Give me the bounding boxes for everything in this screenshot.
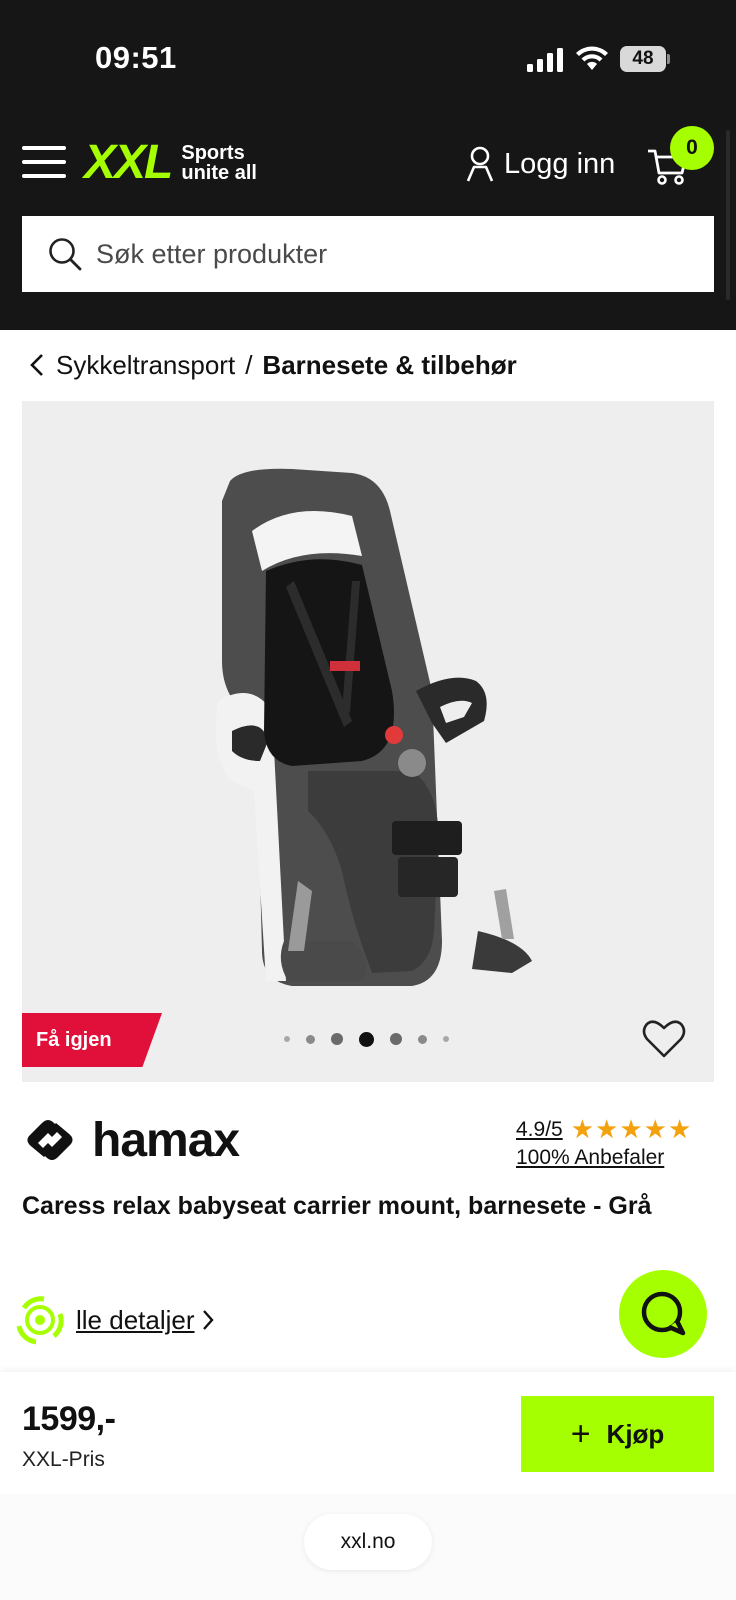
product-image	[215, 468, 532, 986]
login-label: Logg inn	[504, 147, 616, 180]
battery-icon: 48	[620, 46, 670, 72]
battery-level: 48	[620, 46, 666, 72]
carousel-dot[interactable]	[443, 1036, 449, 1042]
carousel-dot[interactable]	[418, 1034, 427, 1044]
chat-icon	[641, 1291, 686, 1336]
url-bar[interactable]: xxl.no	[304, 1514, 432, 1570]
user-icon	[466, 146, 494, 182]
restock-badge: Få igjen	[22, 1013, 162, 1067]
breadcrumb-separator: /	[245, 349, 253, 380]
carousel-dot[interactable]	[331, 1033, 343, 1045]
rating-value[interactable]: 4.9/5	[516, 1118, 563, 1142]
buy-bar: 1599,- XXL-Pris + Kjøp	[0, 1372, 736, 1494]
product-price: 1599,-	[22, 1400, 116, 1438]
sustainability-icon	[16, 1296, 64, 1345]
breadcrumb: Sykkeltransport / Barnesete & tilbehør	[30, 346, 517, 384]
cellular-signal-icon	[527, 48, 563, 72]
chevron-left-icon[interactable]	[30, 353, 44, 377]
breadcrumb-current: Barnesete & tilbehør	[262, 349, 517, 380]
search-icon	[49, 238, 82, 271]
product-rating[interactable]: 4.9/5 ★★★★★	[516, 1114, 692, 1145]
site-header: XXL Sports unite all Logg inn 0 Søk etter…	[0, 118, 736, 330]
browser-toolbar: xxl.no	[0, 1494, 736, 1600]
buy-label: Kjøp	[606, 1418, 665, 1449]
status-time: 09:51	[95, 40, 177, 75]
product-image-gallery[interactable]: Få igjen	[22, 401, 714, 1082]
logo-wordmark: XXL	[84, 136, 173, 189]
scrollbar[interactable]	[726, 130, 730, 300]
status-bar: 09:51 48	[0, 0, 736, 118]
product-title: Caress relax babyseat carrier mount, bar…	[22, 1192, 652, 1220]
price-label: XXL-Pris	[22, 1448, 105, 1471]
carousel-dot[interactable]	[390, 1033, 402, 1045]
search-input[interactable]: Søk etter produkter	[96, 239, 327, 270]
star-rating-icon: ★★★★★	[570, 1114, 693, 1144]
search-bar[interactable]: Søk etter produkter	[22, 216, 714, 292]
chat-button[interactable]	[619, 1270, 707, 1358]
carousel-dots[interactable]	[284, 1029, 465, 1049]
buy-button[interactable]: + Kjøp	[521, 1396, 714, 1472]
xxl-logo[interactable]: XXL Sports unite all	[84, 136, 257, 189]
brand-logo[interactable]: hamax	[22, 1112, 240, 1168]
hamax-logo-icon	[27, 1120, 73, 1160]
logo-tagline: Sports unite all	[181, 142, 257, 184]
details-label[interactable]: lle detaljer	[76, 1305, 195, 1336]
plus-icon: +	[570, 1415, 591, 1453]
chevron-right-icon	[202, 1310, 214, 1330]
hamburger-menu-icon[interactable]	[22, 146, 66, 178]
breadcrumb-parent-link[interactable]: Sykkeltransport	[56, 350, 235, 381]
login-button[interactable]: Logg inn	[466, 144, 615, 184]
wifi-icon	[576, 46, 608, 70]
brand-name: hamax	[92, 1113, 240, 1167]
recommend-link[interactable]: 100% Anbefaler	[516, 1146, 664, 1170]
carousel-dot[interactable]	[306, 1034, 315, 1044]
carousel-dot-active[interactable]	[359, 1031, 374, 1047]
details-link[interactable]: lle detaljer	[14, 1292, 215, 1348]
cart-count-badge: 0	[670, 126, 714, 170]
carousel-dot[interactable]	[284, 1036, 290, 1042]
heart-icon[interactable]	[642, 1019, 686, 1059]
